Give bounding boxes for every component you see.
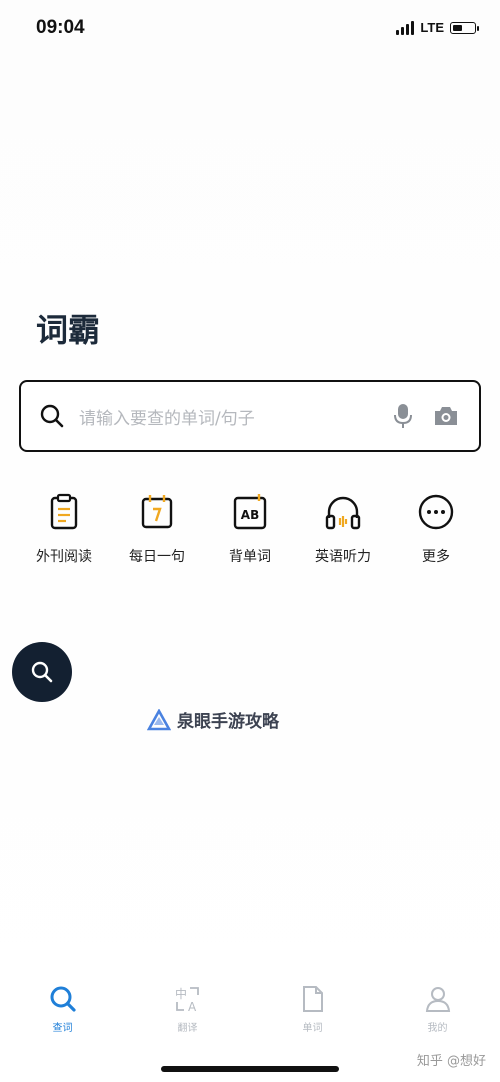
watermark-text: 泉眼手游攻略	[177, 712, 279, 732]
document-icon	[302, 986, 323, 1012]
person-icon	[425, 987, 450, 1012]
bottom-tab-bar: 查词 中 A 翻译 单词 我的	[0, 985, 500, 1045]
action-foreign-reading[interactable]: 外刊阅读	[18, 492, 110, 566]
tab-label: 翻译	[177, 1023, 198, 1034]
headphones-icon	[325, 496, 361, 530]
watermark: 泉眼手游攻略	[147, 707, 279, 732]
watermark-logo-icon	[147, 708, 171, 730]
search-input[interactable]: 请输入要查的单词/句子	[79, 404, 393, 429]
ab-card-icon: AB	[233, 494, 267, 530]
svg-text:A: A	[188, 1000, 197, 1013]
screen: 09:04 LTE 词霸 请输入要查的单词/句子 外刊阅读 每日一句 AB 背单…	[0, 0, 500, 1082]
status-time: 09:04	[36, 17, 85, 38]
floating-search-button[interactable]	[12, 642, 72, 702]
action-label: 更多	[422, 549, 450, 565]
translate-icon: 中 A	[175, 986, 199, 1013]
app-logo: 词霸	[36, 311, 101, 349]
action-english-listening[interactable]: 英语听力	[297, 492, 389, 566]
tab-label: 单词	[302, 1023, 323, 1034]
svg-text:AB: AB	[241, 508, 259, 522]
quick-actions: 外刊阅读 每日一句 AB 背单词 英语听力 更多	[18, 492, 482, 566]
tab-translate[interactable]: 中 A 翻译	[125, 985, 250, 1045]
signal-icon	[396, 20, 415, 35]
action-daily-sentence[interactable]: 每日一句	[111, 492, 203, 566]
camera-icon[interactable]	[433, 405, 459, 427]
search-icon	[31, 661, 53, 683]
tab-label: 查词	[52, 1023, 73, 1034]
microphone-icon[interactable]	[393, 403, 413, 429]
tab-profile[interactable]: 我的	[375, 985, 500, 1045]
action-label: 外刊阅读	[36, 549, 92, 565]
search-box[interactable]: 请输入要查的单词/句子	[19, 380, 481, 452]
search-icon	[40, 404, 64, 428]
tab-words[interactable]: 单词	[250, 985, 375, 1045]
action-memorize-words[interactable]: AB 背单词	[204, 492, 296, 566]
tab-lookup[interactable]: 查词	[0, 985, 125, 1045]
status-indicators: LTE	[396, 20, 479, 35]
action-more[interactable]: 更多	[390, 492, 482, 566]
tab-label: 我的	[427, 1023, 448, 1034]
credit-watermark: 知乎 @想好	[416, 1054, 486, 1069]
action-label: 背单词	[229, 549, 271, 565]
svg-text:中: 中	[175, 986, 187, 1001]
action-label: 英语听力	[315, 549, 371, 565]
home-indicator[interactable]	[161, 1066, 339, 1072]
battery-icon	[450, 21, 479, 34]
action-label: 每日一句	[129, 549, 185, 565]
clipboard-icon	[50, 493, 78, 530]
network-label: LTE	[420, 20, 444, 35]
status-bar: 09:04 LTE	[0, 0, 500, 60]
search-icon	[50, 986, 76, 1012]
calendar-icon	[141, 495, 173, 529]
more-icon	[418, 494, 454, 530]
